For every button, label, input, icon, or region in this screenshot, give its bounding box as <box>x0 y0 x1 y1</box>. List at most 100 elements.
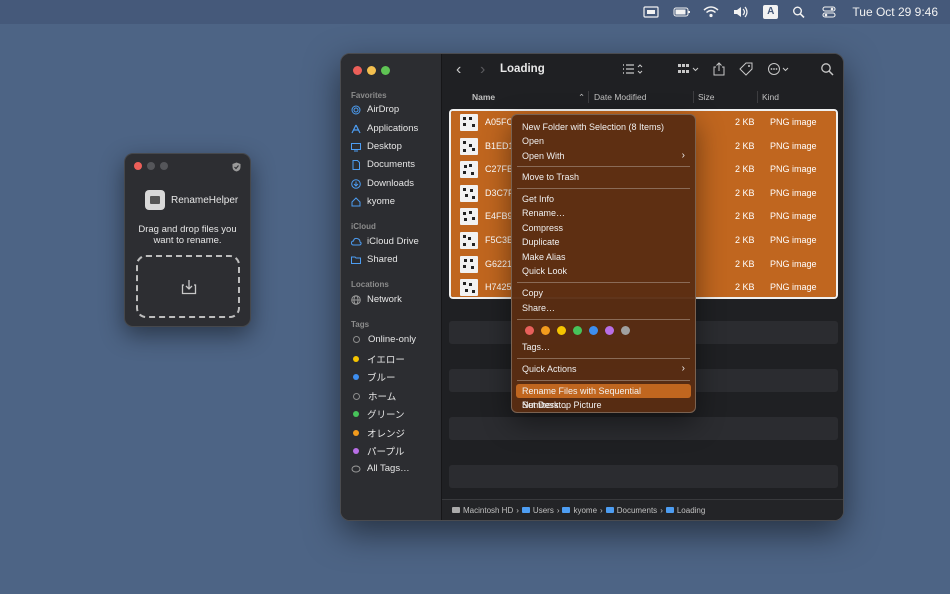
minimize-button[interactable] <box>367 66 376 75</box>
zoom-button[interactable] <box>160 162 168 170</box>
sidebar-tag-online-only[interactable]: Online-only <box>351 334 416 345</box>
menu-item-duplicate[interactable]: Duplicate <box>522 235 685 249</box>
sidebar-tag-orange[interactable]: オレンジ <box>351 426 405 440</box>
path-item[interactable]: kyome <box>573 506 597 515</box>
png-thumbnail <box>460 279 478 297</box>
menu-separator <box>517 358 690 359</box>
column-size[interactable]: Size <box>698 92 715 102</box>
menu-bar-clock[interactable]: Tue Oct 29 9:46 <box>852 5 938 19</box>
menu-item-make-alias[interactable]: Make Alias <box>522 250 685 264</box>
zoom-button[interactable] <box>381 66 390 75</box>
sidebar-item-network[interactable]: Network <box>351 294 402 305</box>
control-center-icon[interactable] <box>822 6 838 18</box>
close-button[interactable] <box>353 66 362 75</box>
share-icon[interactable] <box>712 62 726 78</box>
chevron-right-icon: › <box>681 150 685 161</box>
sidebar-item-shared[interactable]: Shared <box>351 254 398 265</box>
app-name: RenameHelper <box>171 194 239 206</box>
sidebar-tag-home[interactable]: ホーム <box>351 389 396 403</box>
column-name[interactable]: Name <box>472 92 495 102</box>
tag-dot-icon <box>353 448 359 454</box>
tag-color-red[interactable] <box>525 326 534 335</box>
column-kind[interactable]: Kind <box>762 92 779 102</box>
input-source-badge[interactable]: A <box>763 5 779 19</box>
empty-row <box>449 465 838 488</box>
tag-icon[interactable] <box>739 62 753 78</box>
sidebar-item-downloads[interactable]: Downloads <box>351 178 414 189</box>
png-thumbnail <box>460 231 478 249</box>
menu-separator <box>517 188 690 189</box>
folder-icon <box>521 507 530 513</box>
sidebar-section-favorites: Favorites <box>351 91 387 100</box>
sidebar-item-applications[interactable]: Applications <box>351 123 418 134</box>
menu-item-compress[interactable]: Compress <box>522 221 685 235</box>
group-grid-icon[interactable] <box>677 62 701 78</box>
path-item[interactable]: Users <box>533 506 554 515</box>
menu-item-rename-sequential[interactable]: Rename Files with Sequential Numbers… <box>522 384 685 410</box>
tag-color-blue[interactable] <box>589 326 598 335</box>
screen-mirroring-icon[interactable] <box>643 6 659 18</box>
sidebar-tag-blue[interactable]: ブルー <box>351 370 396 384</box>
network-globe-icon <box>351 294 361 305</box>
sidebar-section-locations: Locations <box>351 280 389 289</box>
sidebar-all-tags[interactable]: All Tags… <box>351 463 410 474</box>
sidebar-item-kyome[interactable]: kyome <box>351 196 395 207</box>
wifi-icon[interactable] <box>703 6 719 18</box>
sidebar-item-icloud-drive[interactable]: iCloud Drive <box>350 236 419 247</box>
volume-icon[interactable] <box>733 6 749 18</box>
rename-helper-window: RenameHelper Drag and drop files you wan… <box>124 153 251 327</box>
menu-item-move-to-trash[interactable]: Move to Trash <box>522 170 685 184</box>
png-thumbnail <box>460 114 478 131</box>
chevron-right-icon: › <box>681 363 685 374</box>
search-icon[interactable] <box>820 62 834 78</box>
menu-item-open-with[interactable]: Open With › <box>522 149 685 163</box>
menu-item-quick-look[interactable]: Quick Look <box>522 264 685 278</box>
path-item[interactable]: Loading <box>677 506 705 515</box>
menu-item-copy[interactable]: Copy <box>522 286 685 300</box>
column-date-modified[interactable]: Date Modified <box>594 92 646 102</box>
menu-item-rename[interactable]: Rename… <box>522 206 685 220</box>
drop-zone[interactable] <box>136 255 240 318</box>
menu-item-share[interactable]: Share… <box>522 301 685 315</box>
sidebar-tag-purple[interactable]: パープル <box>351 444 404 458</box>
menu-item-tags[interactable]: Tags… <box>522 340 685 354</box>
path-bar: Macintosh HD › Users › kyome › Documents › L… <box>442 499 843 520</box>
sidebar-tag-green[interactable]: グリーン <box>351 407 405 421</box>
tag-dot-icon <box>353 430 359 436</box>
menu-item-get-info[interactable]: Get Info <box>522 192 685 206</box>
menu-item-quick-actions[interactable]: Quick Actions › <box>522 362 685 376</box>
folder-icon <box>665 507 674 513</box>
hard-drive-icon <box>452 507 460 513</box>
png-thumbnail <box>460 255 478 273</box>
more-actions-icon[interactable] <box>767 62 791 78</box>
tag-color-orange[interactable] <box>541 326 550 335</box>
window-title: Loading <box>500 63 545 75</box>
tag-color-green[interactable] <box>573 326 582 335</box>
sort-chevron-icon[interactable]: ⌃ <box>578 92 585 103</box>
sidebar-item-desktop[interactable]: Desktop <box>351 141 402 152</box>
sidebar-item-airdrop[interactable]: AirDrop <box>351 104 399 115</box>
close-button[interactable] <box>134 162 142 170</box>
menu-item-open[interactable]: Open <box>522 134 685 148</box>
menu-item-set-desktop-picture[interactable]: Set Desktop Picture <box>522 398 685 412</box>
tag-dot-icon <box>353 356 359 362</box>
png-thumbnail <box>460 137 478 155</box>
sidebar-tag-yellow[interactable]: イエロー <box>351 352 405 366</box>
back-chevron-icon[interactable]: ‹ <box>456 62 470 78</box>
empty-row <box>449 417 838 440</box>
list-view-icon[interactable] <box>622 62 644 78</box>
png-thumbnail <box>460 161 478 179</box>
battery-icon[interactable] <box>673 6 691 18</box>
tag-dot-icon <box>353 411 359 417</box>
path-item[interactable]: Documents <box>617 506 657 515</box>
menu-separator <box>517 380 690 381</box>
tag-color-purple[interactable] <box>605 326 614 335</box>
path-item[interactable]: Macintosh HD <box>463 506 513 515</box>
spotlight-search-icon[interactable] <box>792 6 808 19</box>
tag-color-yellow[interactable] <box>557 326 566 335</box>
menu-item-new-folder-with-selection[interactable]: New Folder with Selection (8 Items) <box>522 120 685 134</box>
forward-chevron-icon[interactable]: › <box>480 62 494 78</box>
sidebar-item-documents[interactable]: Documents <box>351 159 415 170</box>
minimize-button[interactable] <box>147 162 155 170</box>
tag-color-gray[interactable] <box>621 326 630 335</box>
